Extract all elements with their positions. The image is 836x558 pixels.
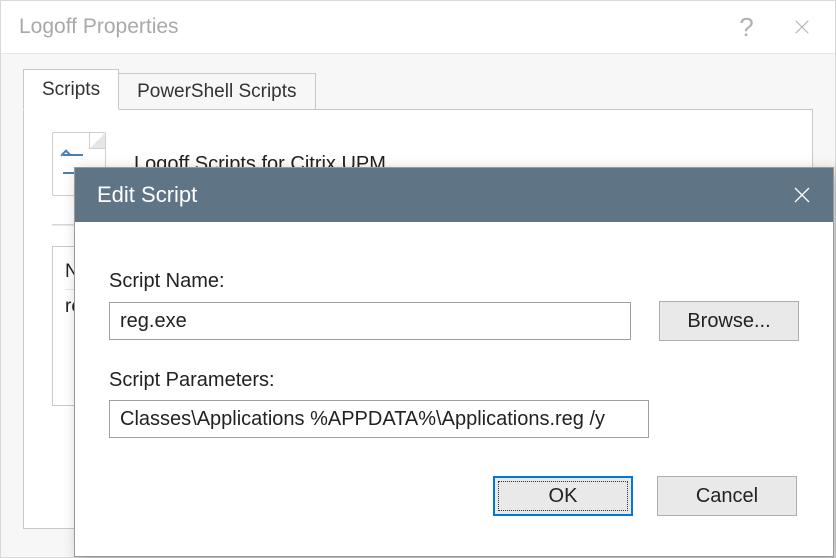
properties-title: Logoff Properties — [19, 15, 719, 39]
edit-script-body: Script Name: Browse... Script Parameters… — [75, 222, 833, 532]
properties-close-icon[interactable] — [774, 5, 829, 50]
properties-titlebar: Logoff Properties ? — [1, 1, 835, 54]
tab-scripts[interactable]: Scripts — [23, 69, 119, 110]
script-name-group: Script Name: Browse... — [109, 270, 799, 341]
edit-script-title: Edit Script — [97, 182, 771, 208]
browse-button[interactable]: Browse... — [659, 301, 799, 341]
edit-script-dialog: Edit Script Script Name: Browse... Scrip… — [74, 167, 834, 557]
edit-script-titlebar: Edit Script — [75, 168, 833, 222]
close-icon[interactable] — [771, 168, 833, 222]
script-parameters-label: Script Parameters: — [109, 369, 799, 392]
tabstrip: Scripts PowerShell Scripts — [23, 68, 813, 110]
script-name-input[interactable] — [109, 302, 631, 340]
tab-powershell-scripts[interactable]: PowerShell Scripts — [118, 73, 315, 110]
ok-button[interactable]: OK — [493, 476, 633, 516]
script-parameters-group: Script Parameters: — [109, 369, 799, 438]
dialog-button-row: OK Cancel — [109, 476, 799, 516]
script-name-label: Script Name: — [109, 270, 799, 293]
help-icon[interactable]: ? — [719, 5, 774, 50]
script-parameters-input[interactable] — [109, 400, 649, 438]
cancel-button[interactable]: Cancel — [657, 476, 797, 516]
